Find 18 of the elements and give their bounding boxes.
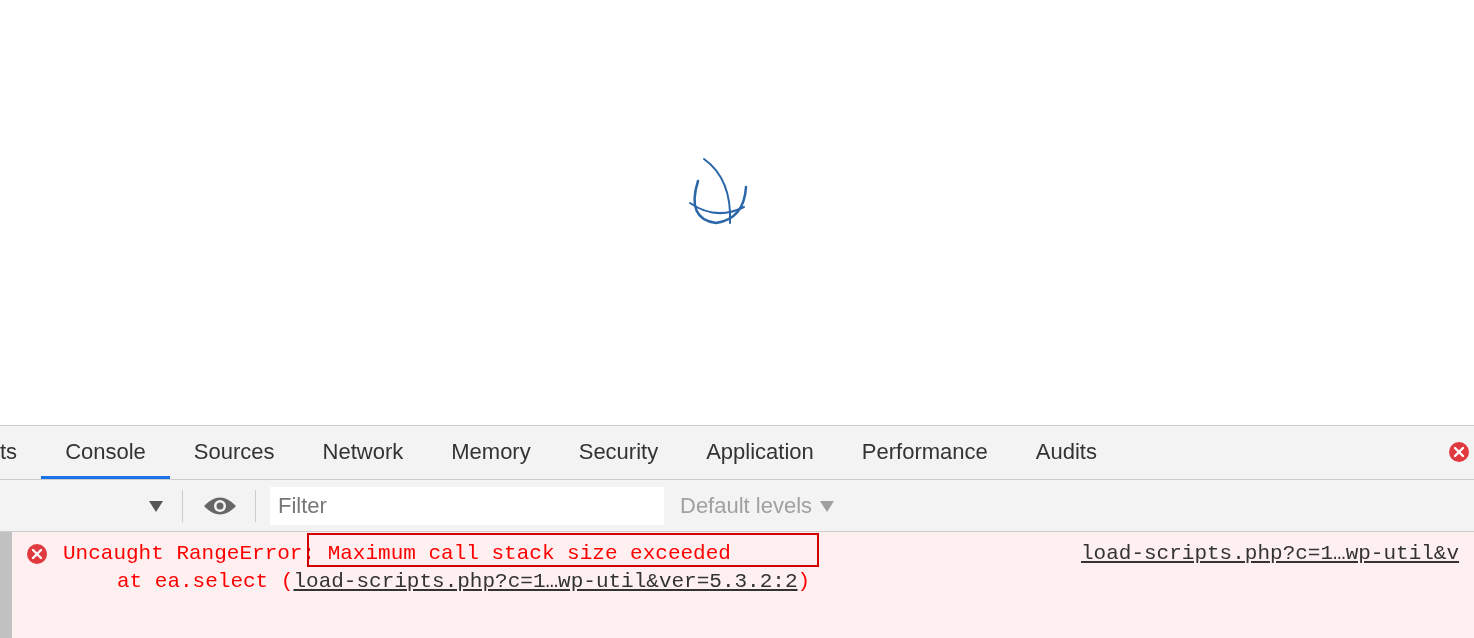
tab[interactable]: ts: [0, 426, 42, 479]
tab[interactable]: Audits: [1011, 426, 1121, 479]
source-link[interactable]: load-scripts.php?c=1…wp-util&v: [1081, 538, 1460, 570]
error-count-icon[interactable]: [1448, 441, 1470, 463]
filter-field[interactable]: Filter: [270, 486, 664, 525]
tab[interactable]: Memory: [427, 426, 555, 479]
error-icon: [26, 543, 48, 565]
stack-frame-text: at ea.select (: [117, 569, 294, 596]
tab[interactable]: Sources: [169, 426, 299, 479]
tab[interactable]: Security: [554, 426, 683, 479]
tab[interactable]: Network: [298, 426, 428, 479]
tab[interactable]: Console: [41, 426, 170, 479]
caret-icon: [820, 499, 835, 512]
stack-frame-text: ): [797, 569, 811, 596]
scrollbar[interactable]: [0, 532, 12, 638]
stack-frame-link[interactable]: load-scripts.php?c=1…wp-util&ver=5.3.2:2: [293, 566, 798, 598]
tab[interactable]: Performance: [837, 426, 1012, 479]
tab[interactable]: Application: [682, 426, 838, 479]
